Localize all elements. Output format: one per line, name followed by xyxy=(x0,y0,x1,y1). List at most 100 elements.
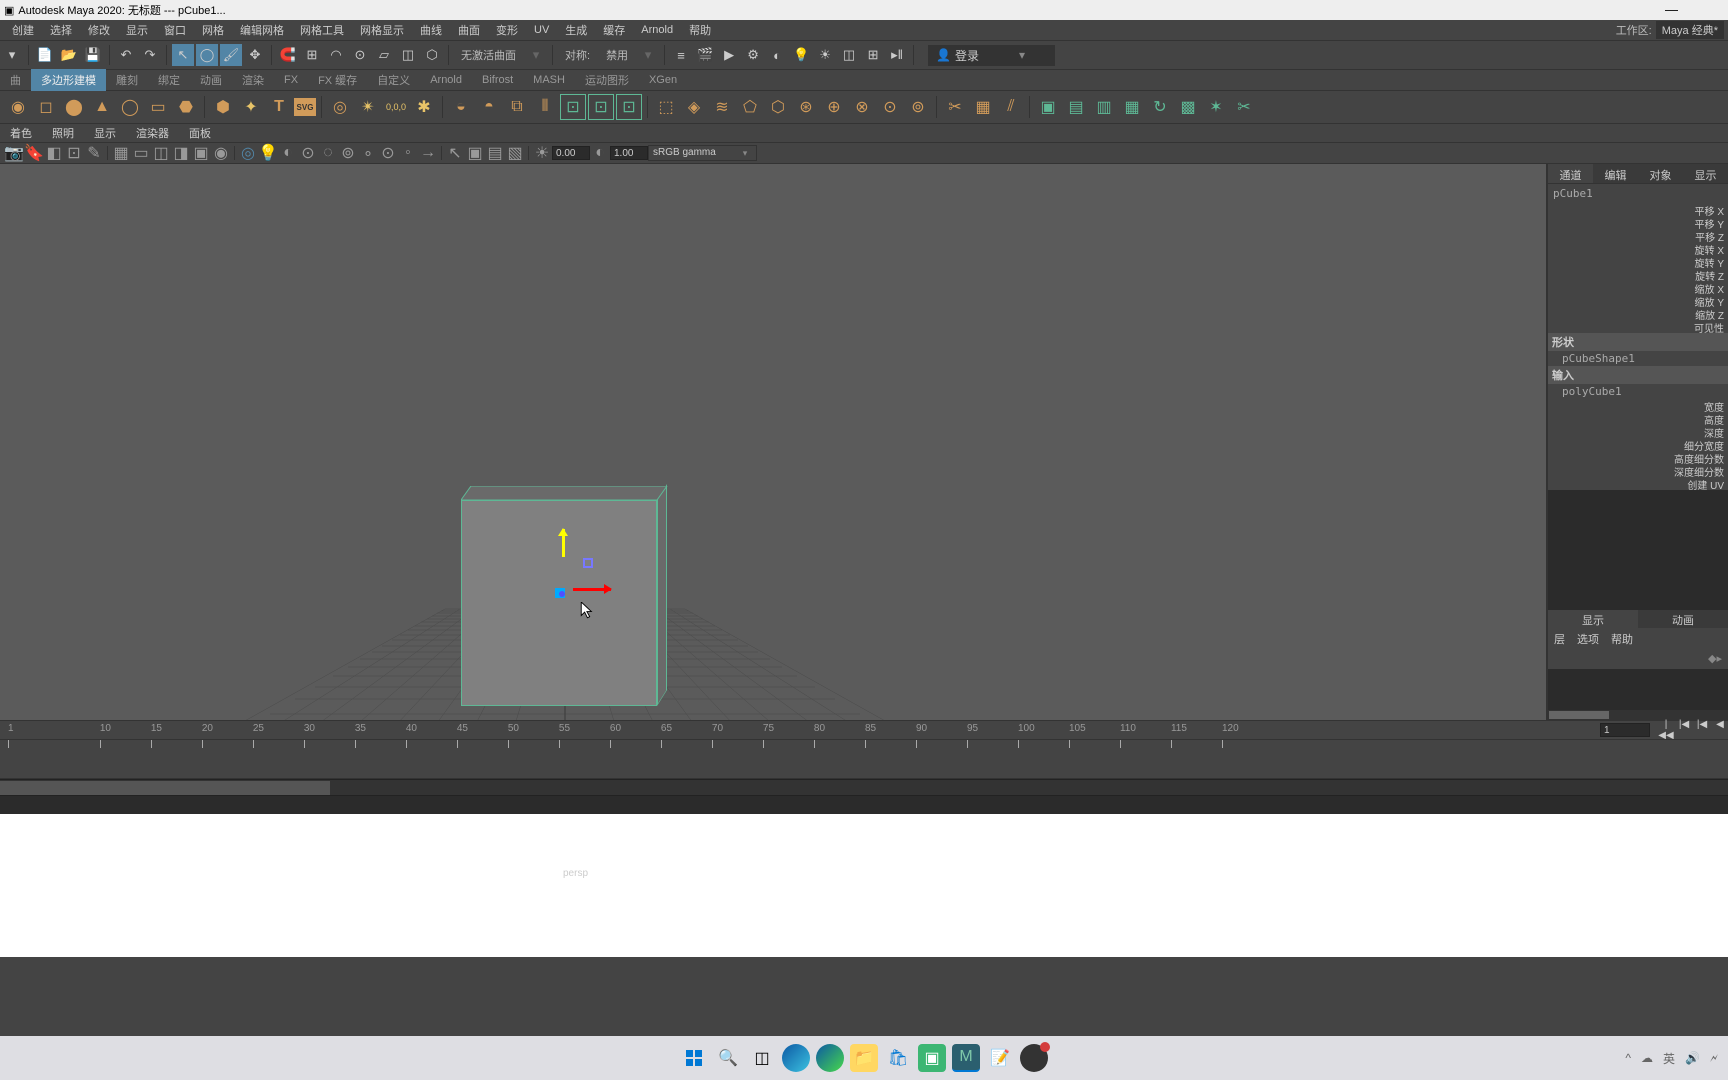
attr-height[interactable]: 高度 xyxy=(1548,412,1728,425)
render-setup-icon[interactable]: ☀ xyxy=(814,44,836,66)
tray-onedrive-icon[interactable]: ☁ xyxy=(1641,1051,1653,1065)
sculpt8-icon[interactable]: ✂ xyxy=(1231,94,1257,120)
step-back-icon[interactable]: |◀ xyxy=(1694,719,1710,741)
search-button[interactable]: 🔍 xyxy=(714,1044,742,1072)
mirror-icon[interactable]: ⫴ xyxy=(532,94,558,120)
time-slider[interactable]: |◀◀ |◀ |◀ ◀ 1101520253035404550556065707… xyxy=(0,720,1728,779)
snap-view-icon[interactable]: ◫ xyxy=(397,44,419,66)
film-gate-icon[interactable]: ▭ xyxy=(132,145,150,161)
sculpt6-icon[interactable]: ▩ xyxy=(1175,94,1201,120)
sculpt2-icon[interactable]: ▤ xyxy=(1063,94,1089,120)
attr-subdiv-height[interactable]: 高度细分数 xyxy=(1548,451,1728,464)
channel-tab[interactable]: 通道 xyxy=(1548,164,1593,183)
sweep-mesh-icon[interactable]: ◎ xyxy=(327,94,353,120)
grid-icon[interactable]: ▦ xyxy=(112,145,130,161)
start-button[interactable] xyxy=(680,1044,708,1072)
position-icon[interactable]: 0,0,0 xyxy=(383,94,409,120)
menu-select[interactable]: 选择 xyxy=(42,22,80,38)
boolean-icon[interactable]: ⧉ xyxy=(504,94,530,120)
step-back-key-icon[interactable]: |◀ xyxy=(1676,719,1692,741)
menu-surfaces[interactable]: 曲面 xyxy=(450,22,488,38)
shelf-tab-xgen[interactable]: XGen xyxy=(639,71,687,89)
edge2-icon[interactable] xyxy=(816,1044,844,1072)
hypershade-icon[interactable]: ◐ xyxy=(766,44,788,66)
poly-sphere-icon[interactable]: ◉ xyxy=(5,94,31,120)
attr-create-uv[interactable]: 创建 UV xyxy=(1548,477,1728,490)
smooth-icon[interactable]: ⊡ xyxy=(560,94,586,120)
shelf-tab-arnold[interactable]: Arnold xyxy=(420,71,472,89)
xray-comp-icon[interactable]: ∘ xyxy=(359,145,377,161)
append-poly-icon[interactable]: ⬠ xyxy=(737,94,763,120)
shelf-tab-sculpt[interactable]: 雕刻 xyxy=(106,69,148,91)
attr-translate-x[interactable]: 平移 X xyxy=(1548,203,1728,216)
2d-pan-icon[interactable]: ⊡ xyxy=(65,145,83,161)
dropdown2-icon[interactable]: ▾ xyxy=(525,44,547,66)
super-shape-icon[interactable]: ✦ xyxy=(238,94,264,120)
retopo-icon[interactable]: ⊡ xyxy=(588,94,614,120)
poly-cone-icon[interactable]: ▲ xyxy=(89,94,115,120)
wireframe-icon[interactable]: ▣ xyxy=(192,145,210,161)
bevel-icon[interactable]: ◈ xyxy=(681,94,707,120)
save-scene-icon[interactable]: 💾 xyxy=(82,44,104,66)
symmetry-value[interactable]: 禁用 xyxy=(606,47,628,63)
isolate-icon[interactable]: ⊙ xyxy=(299,145,317,161)
orient-icon[interactable]: ✴ xyxy=(355,94,381,120)
bookmark-icon[interactable]: 🔖 xyxy=(25,145,43,161)
snap-point-icon[interactable]: ⊙ xyxy=(349,44,371,66)
exposure-input[interactable] xyxy=(552,146,590,160)
tray-chevron-icon[interactable]: ^ xyxy=(1625,1051,1631,1065)
attr-subdiv-width[interactable]: 细分宽度 xyxy=(1548,438,1728,451)
dropdown3-icon[interactable]: ▾ xyxy=(637,44,659,66)
display-tab[interactable]: 显示 xyxy=(1548,610,1638,628)
detach-icon[interactable]: ⊗ xyxy=(849,94,875,120)
fill-hole-icon[interactable]: ⬡ xyxy=(765,94,791,120)
open-scene-icon[interactable]: 📂 xyxy=(58,44,80,66)
panel-layout1-icon[interactable]: ◫ xyxy=(838,44,860,66)
shadows-icon[interactable]: ◐ xyxy=(279,145,297,161)
store-icon[interactable]: 🛍 xyxy=(884,1044,912,1072)
help-option[interactable]: 帮助 xyxy=(1611,631,1633,647)
magnet-icon[interactable]: 🧲 xyxy=(277,44,299,66)
shelf-tab-mash[interactable]: MASH xyxy=(523,71,575,89)
attr-visibility[interactable]: 可见性 xyxy=(1548,320,1728,333)
snap-plane-icon[interactable]: ▱ xyxy=(373,44,395,66)
workspace-dropdown[interactable]: Maya 经典* xyxy=(1656,21,1724,39)
menu-arnold[interactable]: Arnold xyxy=(633,24,681,36)
explorer-icon[interactable]: 📁 xyxy=(850,1044,878,1072)
resolution-gate-icon[interactable]: ◫ xyxy=(152,145,170,161)
quad-draw-icon[interactable]: ⊡ xyxy=(616,94,642,120)
insert-edge-icon[interactable]: ▦ xyxy=(970,94,996,120)
current-frame-input[interactable] xyxy=(1600,723,1650,737)
camera-select-icon[interactable]: 📷 xyxy=(5,145,23,161)
image-plane-icon[interactable]: ◧ xyxy=(45,145,63,161)
tray-ime-icon[interactable]: 英 xyxy=(1663,1050,1675,1067)
anim-tab[interactable]: 动画 xyxy=(1638,610,1728,628)
render-icon[interactable]: 🎬 xyxy=(694,44,716,66)
obs-icon[interactable] xyxy=(1020,1044,1048,1072)
move-tool-icon[interactable]: ✥ xyxy=(244,44,266,66)
lights-icon[interactable]: 💡 xyxy=(259,145,277,161)
login-button[interactable]: 👤 登录 ▾ xyxy=(928,45,1055,66)
maya-taskbar-icon[interactable]: M xyxy=(952,1044,980,1072)
menu-meshtools[interactable]: 网格工具 xyxy=(292,22,352,38)
menu-curves[interactable]: 曲线 xyxy=(412,22,450,38)
extrude-icon[interactable]: ⬚ xyxy=(653,94,679,120)
light-editor-icon[interactable]: 💡 xyxy=(790,44,812,66)
menu-windows[interactable]: 窗口 xyxy=(156,22,194,38)
shape-name[interactable]: pCubeShape1 xyxy=(1548,351,1728,366)
multi-cut-icon[interactable]: ✂ xyxy=(942,94,968,120)
lasso-tool-icon[interactable]: ◯ xyxy=(196,44,218,66)
shelf-tab-rigging[interactable]: 绑定 xyxy=(148,69,190,91)
gamma-input[interactable] xyxy=(610,146,648,160)
paint-select-icon[interactable]: 🖌 xyxy=(220,44,242,66)
keyframe-icon[interactable]: ◆▸ xyxy=(1548,650,1728,667)
iso3-icon[interactable]: ▧ xyxy=(506,145,524,161)
tray-battery-icon[interactable]: 🗲 xyxy=(1710,1051,1718,1066)
snap-grid-icon[interactable]: ⊞ xyxy=(301,44,323,66)
play-preview-icon[interactable]: ▸ǁ xyxy=(886,44,908,66)
iso1-icon[interactable]: ▣ xyxy=(466,145,484,161)
layers-option[interactable]: 层 xyxy=(1554,631,1565,647)
z-axis-handle[interactable] xyxy=(559,591,565,597)
menu-editmesh[interactable]: 编辑网格 xyxy=(232,22,292,38)
command-line[interactable] xyxy=(0,795,1728,814)
